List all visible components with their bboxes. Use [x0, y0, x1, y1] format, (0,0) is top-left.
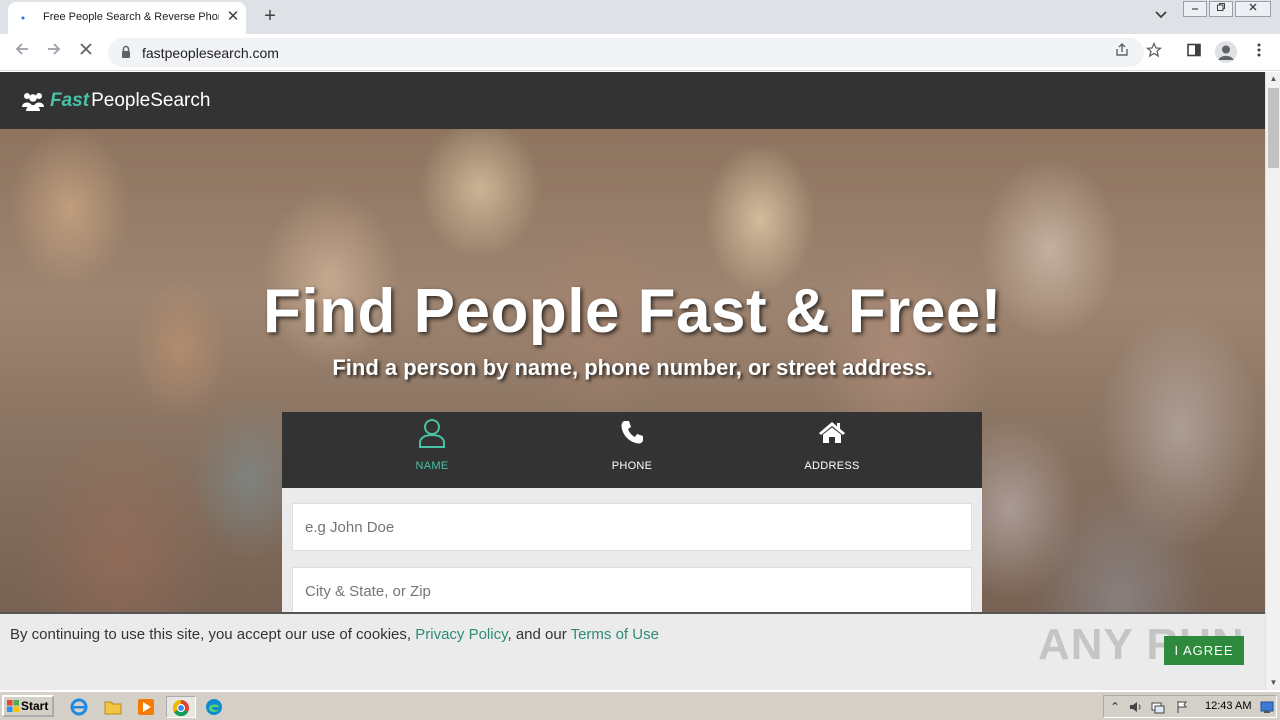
location-input[interactable] [292, 567, 972, 615]
users-icon [22, 93, 44, 111]
tab-address[interactable]: ADDRESS [732, 412, 932, 488]
phone-icon [621, 421, 643, 444]
scroll-thumb[interactable] [1268, 88, 1279, 168]
tab-search-icon[interactable] [1151, 8, 1171, 28]
web-page: Fast PeopleSearch Find People Fast & Fre… [0, 72, 1265, 690]
agree-button[interactable]: I AGREE [1164, 636, 1244, 665]
tab-address-label: ADDRESS [804, 460, 860, 472]
side-panel-icon[interactable] [1183, 42, 1205, 64]
tab-name[interactable]: NAME [332, 412, 532, 488]
user-icon [419, 419, 445, 448]
media-player-icon[interactable] [135, 696, 159, 718]
bookmark-star-icon[interactable] [1143, 41, 1165, 64]
windows-taskbar: Start ⌃ 12:43 AM [0, 690, 1280, 720]
profile-avatar-icon[interactable] [1215, 41, 1237, 63]
tab-strip: Free People Search & Reverse Phone Looku… [0, 0, 1280, 34]
scroll-down-icon[interactable]: ▼ [1266, 676, 1280, 690]
file-explorer-icon[interactable] [102, 696, 126, 718]
url-text: fastpeoplesearch.com [142, 45, 279, 61]
share-icon[interactable] [1112, 42, 1132, 62]
clock: 12:43 AM [1205, 700, 1252, 712]
browser-toolbar: fastpeoplesearch.com [0, 34, 1280, 71]
minimize-button[interactable] [1183, 1, 1207, 17]
menu-kebab-icon[interactable] [1248, 42, 1270, 64]
logo-name-text: PeopleSearch [91, 90, 211, 111]
cookie-banner: By continuing to use this site, you acce… [0, 612, 1265, 690]
privacy-policy-link[interactable]: Privacy Policy [415, 626, 507, 643]
hero-section: Find People Fast & Free! Find a person b… [0, 129, 1265, 690]
tab-phone-label: PHONE [611, 460, 653, 472]
terms-of-use-link[interactable]: Terms of Use [571, 626, 659, 643]
show-desktop-icon[interactable] [1260, 700, 1274, 714]
name-input[interactable] [292, 503, 972, 551]
cookie-message: By continuing to use this site, you acce… [10, 626, 659, 643]
home-icon [819, 422, 845, 443]
windows-logo-icon [7, 700, 19, 712]
action-center-flag-icon[interactable] [1175, 700, 1189, 714]
start-label: Start [21, 699, 49, 713]
volume-icon[interactable] [1129, 700, 1143, 714]
address-bar[interactable]: fastpeoplesearch.com [108, 38, 1144, 67]
window-close-button[interactable] [1235, 1, 1271, 17]
internet-explorer-icon[interactable] [68, 696, 92, 718]
cookie-text-start: By continuing to use this site, you acce… [10, 626, 416, 643]
search-tabs: NAME PHONE ADDRESS [282, 412, 982, 488]
new-tab-button[interactable]: + [258, 5, 282, 29]
stop-loading-button[interactable] [75, 41, 97, 63]
scroll-up-icon[interactable]: ▲ [1266, 72, 1280, 86]
system-tray: ⌃ 12:43 AM [1103, 695, 1277, 718]
tab-phone[interactable]: PHONE [532, 412, 732, 488]
back-button[interactable] [11, 41, 33, 63]
browser-tab[interactable]: Free People Search & Reverse Phone Looku… [8, 2, 246, 34]
tab-title: Free People Search & Reverse Phone Looku… [43, 11, 219, 23]
network-icon[interactable] [1151, 700, 1165, 714]
restore-button[interactable] [1209, 1, 1233, 17]
hero-title: Find People Fast & Free! [263, 277, 1002, 346]
page-scrollbar[interactable]: ▲ ▼ [1265, 72, 1280, 690]
hero-subtitle: Find a person by name, phone number, or … [332, 355, 933, 380]
close-tab-icon[interactable]: ✕ [224, 8, 242, 26]
site-logo[interactable]: Fast PeopleSearch [22, 89, 210, 113]
lock-icon [120, 44, 132, 60]
start-button[interactable]: Start [2, 695, 54, 717]
chrome-icon[interactable] [166, 696, 196, 718]
show-hidden-icons-icon[interactable]: ⌃ [1108, 700, 1122, 714]
tab-name-label: NAME [415, 460, 449, 472]
logo-fast-text: Fast [50, 90, 90, 111]
site-header: Fast PeopleSearch [0, 72, 1265, 129]
edge-icon[interactable] [203, 696, 227, 718]
forward-button[interactable] [43, 41, 65, 63]
cookie-text-middle: , and our [507, 626, 571, 643]
favicon-icon [21, 16, 25, 20]
